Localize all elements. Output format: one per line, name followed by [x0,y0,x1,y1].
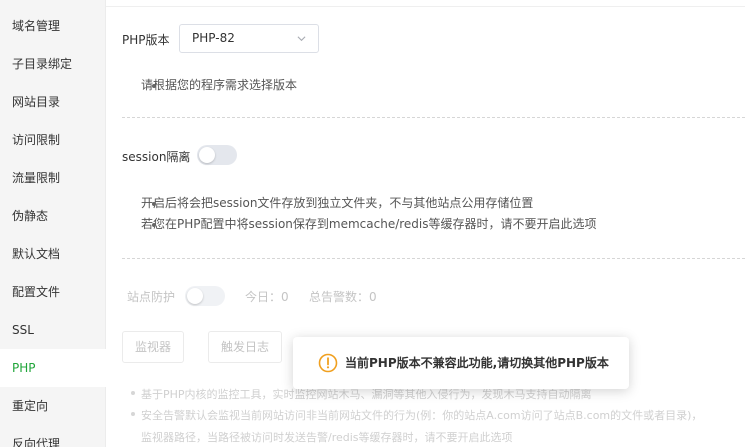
php-version-value: PHP-82 [192,31,235,45]
sidebar-item-reverse-proxy[interactable]: 反向代理 [0,425,106,447]
total-alerts-value: 0 [369,290,377,304]
sidebar-item-site-directory[interactable]: 网站目录 [0,83,106,121]
session-tip-1: 开启后将会把session文件存放到独立文件夹，不与其他站点公用存储位置 [127,194,533,211]
section-divider-1 [122,117,745,118]
php-version-label: PHP版本 [122,33,170,47]
sidebar-item-php[interactable]: PHP [0,349,107,387]
sidebar-item-config-file[interactable]: 配置文件 [0,273,106,311]
chevron-down-icon [297,36,306,42]
session-isolation-label: session隔离 [122,150,191,164]
trigger-log-button[interactable]: 触发日志 [208,331,282,363]
sidebar: 域名管理 子目录绑定 网站目录 访问限制 流量限制 伪静态 默认文档 配置文件 … [0,0,107,447]
sidebar-item-default-doc[interactable]: 默认文档 [0,235,106,273]
sidebar-item-ssl[interactable]: SSL [0,311,106,349]
sidebar-item-rewrite[interactable]: 伪静态 [0,197,106,235]
sidebar-item-subdir-binding[interactable]: 子目录绑定 [0,45,106,83]
session-tip-2: 若您在PHP配置中将session保存到memcache/redis等缓存器时，… [127,215,597,232]
protection-tip-2: 安全告警默认会监视当前网站访问非当前网站文件的行为(例：你的站点A.com访问了… [141,409,703,422]
site-protection-switch[interactable] [185,286,225,306]
warning-toast: 当前PHP版本不兼容此功能,请切换其他PHP版本 [293,337,629,389]
site-settings-panel: 域名管理 子目录绑定 网站目录 访问限制 流量限制 伪静态 默认文档 配置文件 … [0,0,745,447]
sidebar-item-traffic-limit[interactable]: 流量限制 [0,159,106,197]
switch-knob [199,147,215,163]
switch-knob [187,288,203,304]
section-divider-2 [122,258,745,259]
sidebar-item-domain[interactable]: 域名管理 [0,7,106,45]
warning-circle-icon [318,353,338,373]
today-count-value: 0 [281,290,289,304]
bullet [131,412,135,416]
php-version-tip: 请根据您的程序需求选择版本 [127,76,297,93]
sidebar-item-redirect[interactable]: 重定向 [0,387,106,425]
sidebar-item-access-limit[interactable]: 访问限制 [0,121,106,159]
toast-message: 当前PHP版本不兼容此功能,请切换其他PHP版本 [345,356,609,370]
total-alerts-label: 总告警数：0 [309,290,377,304]
today-count-label: 今日：0 [245,290,289,304]
php-version-select[interactable]: PHP-82 [179,24,319,53]
bullet [131,391,135,395]
protection-tip-3: 监视器路径，当路径被访问时发送告警/redis等缓存器时，请不要开启此选项 [141,431,513,444]
site-protection-label: 站点防护 [127,290,176,304]
monitor-button[interactable]: 监视器 [122,331,184,363]
session-isolation-switch[interactable] [197,145,237,165]
